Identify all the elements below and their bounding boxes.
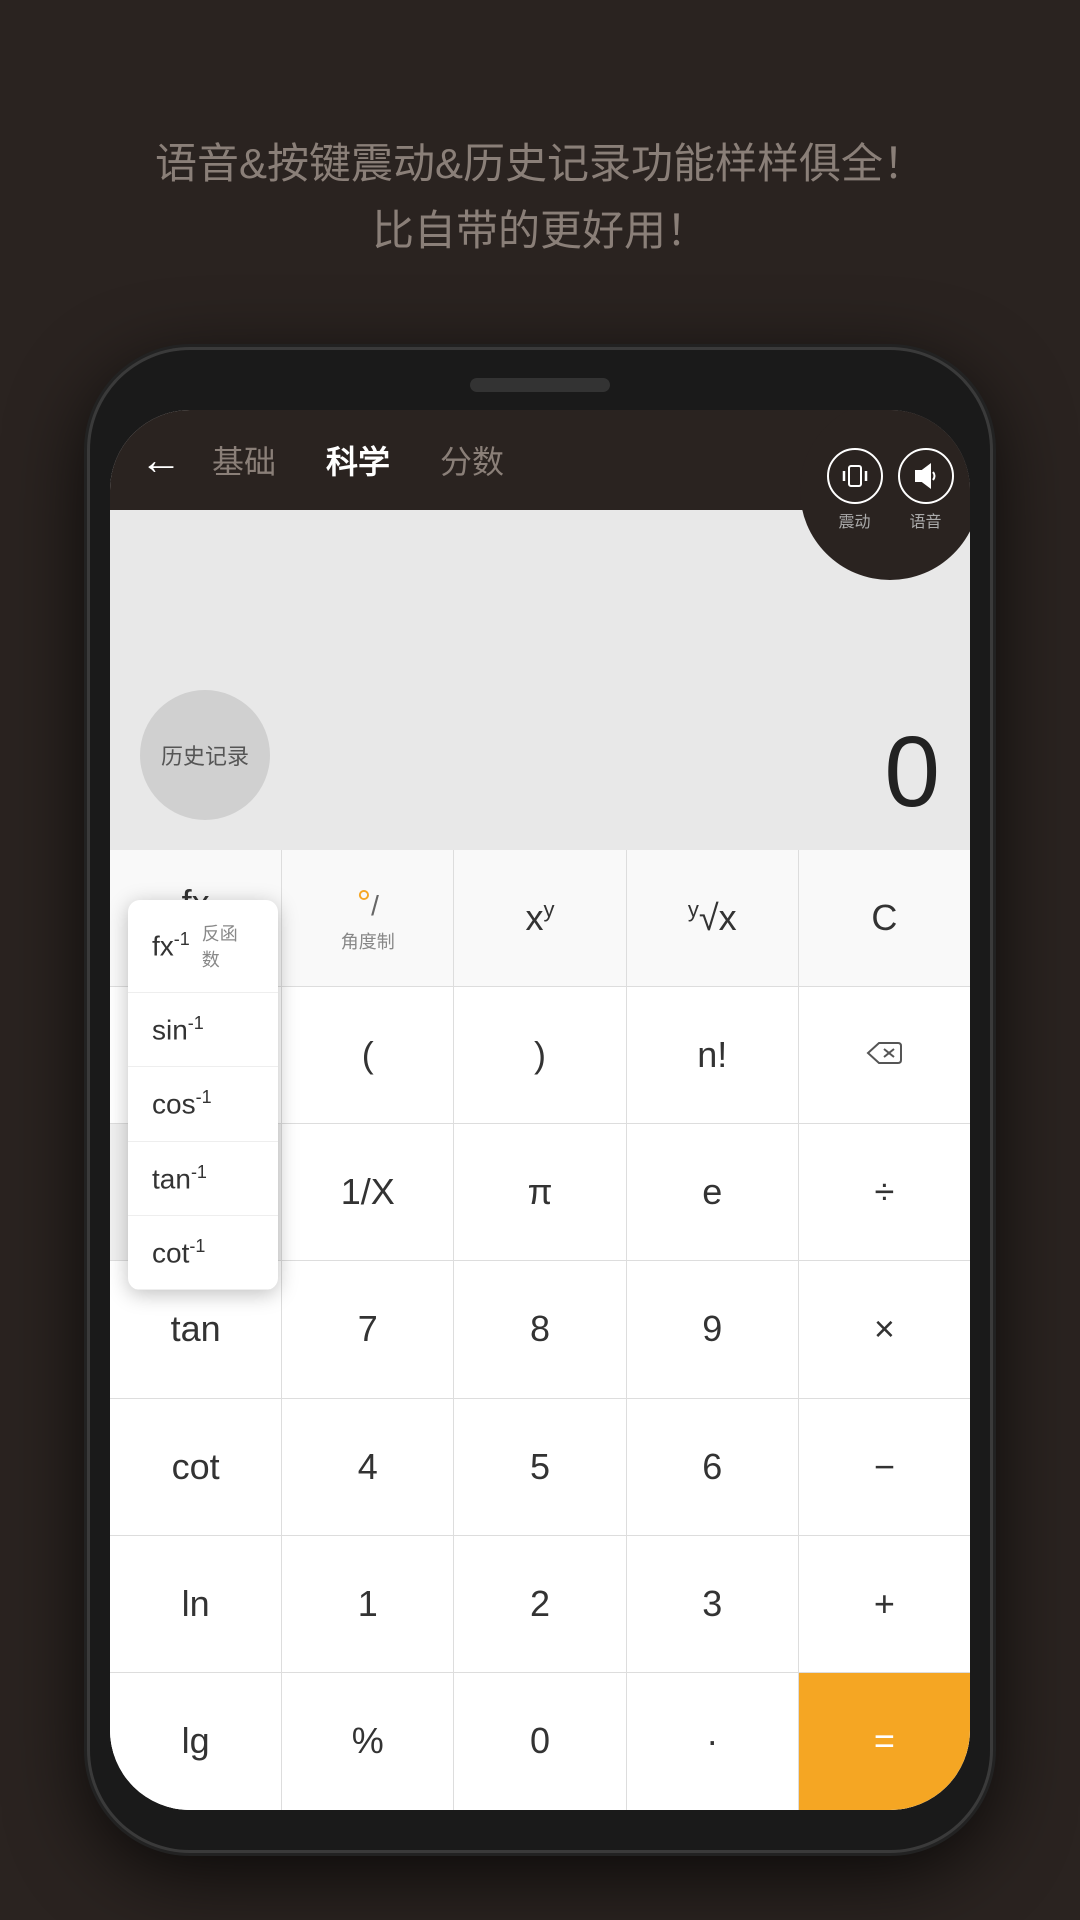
key-lg[interactable]: lg xyxy=(110,1673,282,1810)
key-reciprocal[interactable]: 1/X xyxy=(282,1124,454,1260)
key-rparen[interactable]: ) xyxy=(454,987,626,1123)
promo-line1: 语音&按键震动&历史记录功能样样俱全！ xyxy=(60,130,1020,197)
key-equals[interactable]: = xyxy=(799,1673,970,1810)
key-clear[interactable]: C xyxy=(799,850,970,986)
key-ln[interactable]: ln xyxy=(110,1536,282,1672)
key-8[interactable]: 8 xyxy=(454,1261,626,1397)
key-row-4: cot 4 5 6 − xyxy=(110,1399,970,1536)
key-1[interactable]: 1 xyxy=(282,1536,454,1672)
vibrate-icon xyxy=(827,448,883,504)
key-6[interactable]: 6 xyxy=(627,1399,799,1535)
key-euler[interactable]: e xyxy=(627,1124,799,1260)
key-root[interactable]: y√x xyxy=(627,850,799,986)
popup-item-fx-inv[interactable]: fx-1 反函数 xyxy=(128,900,278,993)
vibrate-label: 震动 xyxy=(838,508,870,532)
tab-basic[interactable]: 基础 xyxy=(212,437,276,483)
popup-item-tan-inv[interactable]: tan-1 xyxy=(128,1142,278,1216)
key-4[interactable]: 4 xyxy=(282,1399,454,1535)
tab-science[interactable]: 科学 xyxy=(326,437,390,483)
phone-speaker xyxy=(470,378,610,392)
popup-menu: fx-1 反函数 sin-1 cos-1 tan-1 cot-1 xyxy=(128,900,278,1290)
nav-bar: ← 基础 科学 分数 震动 xyxy=(110,410,970,510)
key-3[interactable]: 3 xyxy=(627,1536,799,1672)
key-2[interactable]: 2 xyxy=(454,1536,626,1672)
key-9[interactable]: 9 xyxy=(627,1261,799,1397)
key-0[interactable]: 0 xyxy=(454,1673,626,1810)
key-factorial[interactable]: n! xyxy=(627,987,799,1123)
key-5[interactable]: 5 xyxy=(454,1399,626,1535)
key-angle[interactable]: °/ 角度制 xyxy=(282,850,454,986)
voice-label: 语音 xyxy=(909,508,941,532)
key-minus[interactable]: − xyxy=(799,1399,970,1535)
key-backspace[interactable] xyxy=(799,987,970,1123)
popup-item-cot-inv[interactable]: cot-1 xyxy=(128,1216,278,1290)
phone-screen: ← 基础 科学 分数 震动 xyxy=(110,410,970,1810)
voice-icon xyxy=(898,448,954,504)
promo-text: 语音&按键震动&历史记录功能样样俱全！ 比自带的更好用！ xyxy=(0,130,1080,264)
key-plus[interactable]: + xyxy=(799,1536,970,1672)
back-button[interactable]: ← xyxy=(140,436,182,484)
key-cot[interactable]: cot xyxy=(110,1399,282,1535)
key-percent[interactable]: % xyxy=(282,1673,454,1810)
key-row-6: lg % 0 · = xyxy=(110,1673,970,1810)
history-button[interactable]: 历史记录 xyxy=(140,690,270,820)
promo-line2: 比自带的更好用！ xyxy=(60,197,1020,264)
popup-item-cos-inv[interactable]: cos-1 xyxy=(128,1067,278,1141)
voice-icon-btn[interactable]: 语音 xyxy=(898,448,954,532)
popup-item-sin-inv[interactable]: sin-1 xyxy=(128,993,278,1067)
key-dot[interactable]: · xyxy=(627,1673,799,1810)
key-pi[interactable]: π xyxy=(454,1124,626,1260)
phone-frame: ← 基础 科学 分数 震动 xyxy=(90,350,990,1850)
key-lparen[interactable]: ( xyxy=(282,987,454,1123)
key-divide[interactable]: ÷ xyxy=(799,1124,970,1260)
key-multiply[interactable]: × xyxy=(799,1261,970,1397)
key-7[interactable]: 7 xyxy=(282,1261,454,1397)
vibrate-icon-btn[interactable]: 震动 xyxy=(827,448,883,532)
tab-fraction[interactable]: 分数 xyxy=(440,437,504,483)
key-row-5: ln 1 2 3 + xyxy=(110,1536,970,1673)
key-power[interactable]: xy xyxy=(454,850,626,986)
